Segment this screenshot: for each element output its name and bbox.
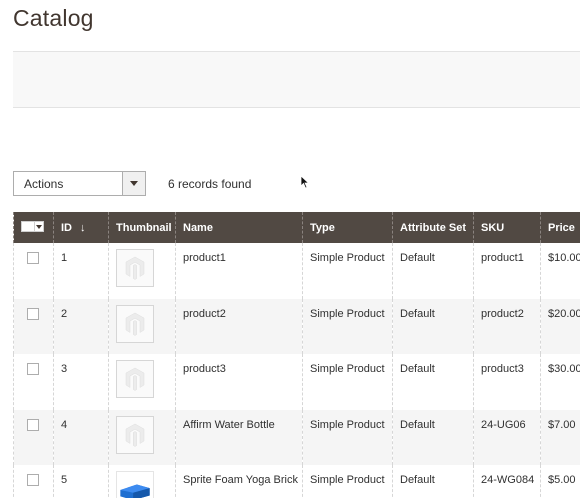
cell-attribute-set: Default [392,243,474,299]
grid-header-row: ID ↓ Thumbnail Name Type Attribute Set SK… [13,212,580,243]
column-header-sku[interactable]: SKU [473,212,541,243]
row-checkbox[interactable] [27,252,39,264]
cell-sku: 24-UG06 [473,409,541,465]
page-title: Catalog [13,5,94,31]
column-header-price[interactable]: Price [540,212,580,243]
row-select-cell[interactable] [13,409,54,465]
yoga-brick-image[interactable] [116,471,154,498]
cell-thumbnail[interactable] [108,409,176,465]
table-row[interactable]: 3 product3 Simple Product Default produc… [13,354,580,410]
cell-type: Simple Product [302,354,393,410]
column-header-name[interactable]: Name [175,212,303,243]
table-row[interactable]: 5 Sprite Foam Yoga Brick Simple Product … [13,465,580,498]
table-row[interactable]: 2 product2 Simple Product Default produc… [13,298,580,354]
placeholder-icon[interactable] [116,249,154,287]
row-checkbox[interactable] [27,474,39,486]
cell-type: Simple Product [302,298,393,354]
cell-name: Affirm Water Bottle [175,409,303,465]
cell-name: product3 [175,354,303,410]
cell-sku: product2 [473,298,541,354]
row-select-cell[interactable] [13,354,54,410]
cell-type: Simple Product [302,243,393,299]
row-checkbox[interactable] [27,418,39,431]
cell-attribute-set: Default [392,298,474,354]
cell-thumbnail[interactable] [108,354,176,410]
cell-thumbnail[interactable] [108,298,176,354]
row-select-cell[interactable] [13,243,54,299]
cell-thumbnail[interactable] [108,465,176,498]
row-select-cell[interactable] [13,298,54,354]
column-header-attribute-set[interactable]: Attribute Set [392,212,474,243]
row-checkbox[interactable] [27,307,39,320]
cell-id: 4 [53,409,109,465]
page-actions-bar [13,51,580,108]
cell-attribute-set: Default [392,465,474,498]
cell-name: Sprite Foam Yoga Brick [175,465,303,498]
product-grid: ID ↓ Thumbnail Name Type Attribute Set SK… [13,212,580,498]
mouse-cursor-icon [300,175,310,189]
cell-id: 2 [53,298,109,354]
cell-attribute-set: Default [392,409,474,465]
records-found-count: 6 records found [168,177,252,191]
cell-price: $20.00 [540,298,580,354]
placeholder-icon[interactable] [116,360,154,398]
sort-descending-icon: ↓ [80,221,86,234]
cell-id: 5 [53,465,109,498]
table-row[interactable]: 1 product1 Simple Product Default produc… [13,243,580,299]
cell-name: product1 [175,243,303,299]
cell-id: 1 [53,243,109,299]
placeholder-icon[interactable] [116,415,154,454]
column-header-id-label: ID [61,221,72,234]
cell-type: Simple Product [302,465,393,498]
cell-type: Simple Product [302,409,393,465]
row-select-cell[interactable] [13,465,54,498]
cell-price: $10.00 [540,243,580,299]
chevron-down-icon [36,224,42,229]
cell-price: $7.00 [540,409,580,465]
mass-select-header[interactable] [13,212,54,243]
cell-price: $30.00 [540,354,580,410]
mass-select-checkbox[interactable] [21,221,44,232]
cell-id: 3 [53,354,109,410]
chevron-down-icon [130,181,138,186]
actions-dropdown[interactable]: Actions [13,171,146,196]
actions-dropdown-toggle[interactable] [122,172,145,195]
cell-thumbnail[interactable] [108,243,176,299]
row-checkbox[interactable] [27,363,39,375]
cell-sku: product1 [473,243,541,299]
cell-price: $5.00 [540,465,580,498]
mass-select-toggle[interactable] [34,222,43,231]
cell-name: product2 [175,298,303,354]
column-header-thumbnail: Thumbnail [108,212,176,243]
mass-select-box[interactable] [22,222,34,231]
cell-sku: product3 [473,354,541,410]
table-row[interactable]: 4 Affirm Water Bottle Simple Product Def… [13,409,580,465]
column-header-id[interactable]: ID ↓ [53,212,109,243]
placeholder-icon[interactable] [116,304,154,343]
cell-sku: 24-WG084 [473,465,541,498]
actions-dropdown-label: Actions [24,176,64,191]
cell-attribute-set: Default [392,354,474,410]
column-header-type[interactable]: Type [302,212,393,243]
